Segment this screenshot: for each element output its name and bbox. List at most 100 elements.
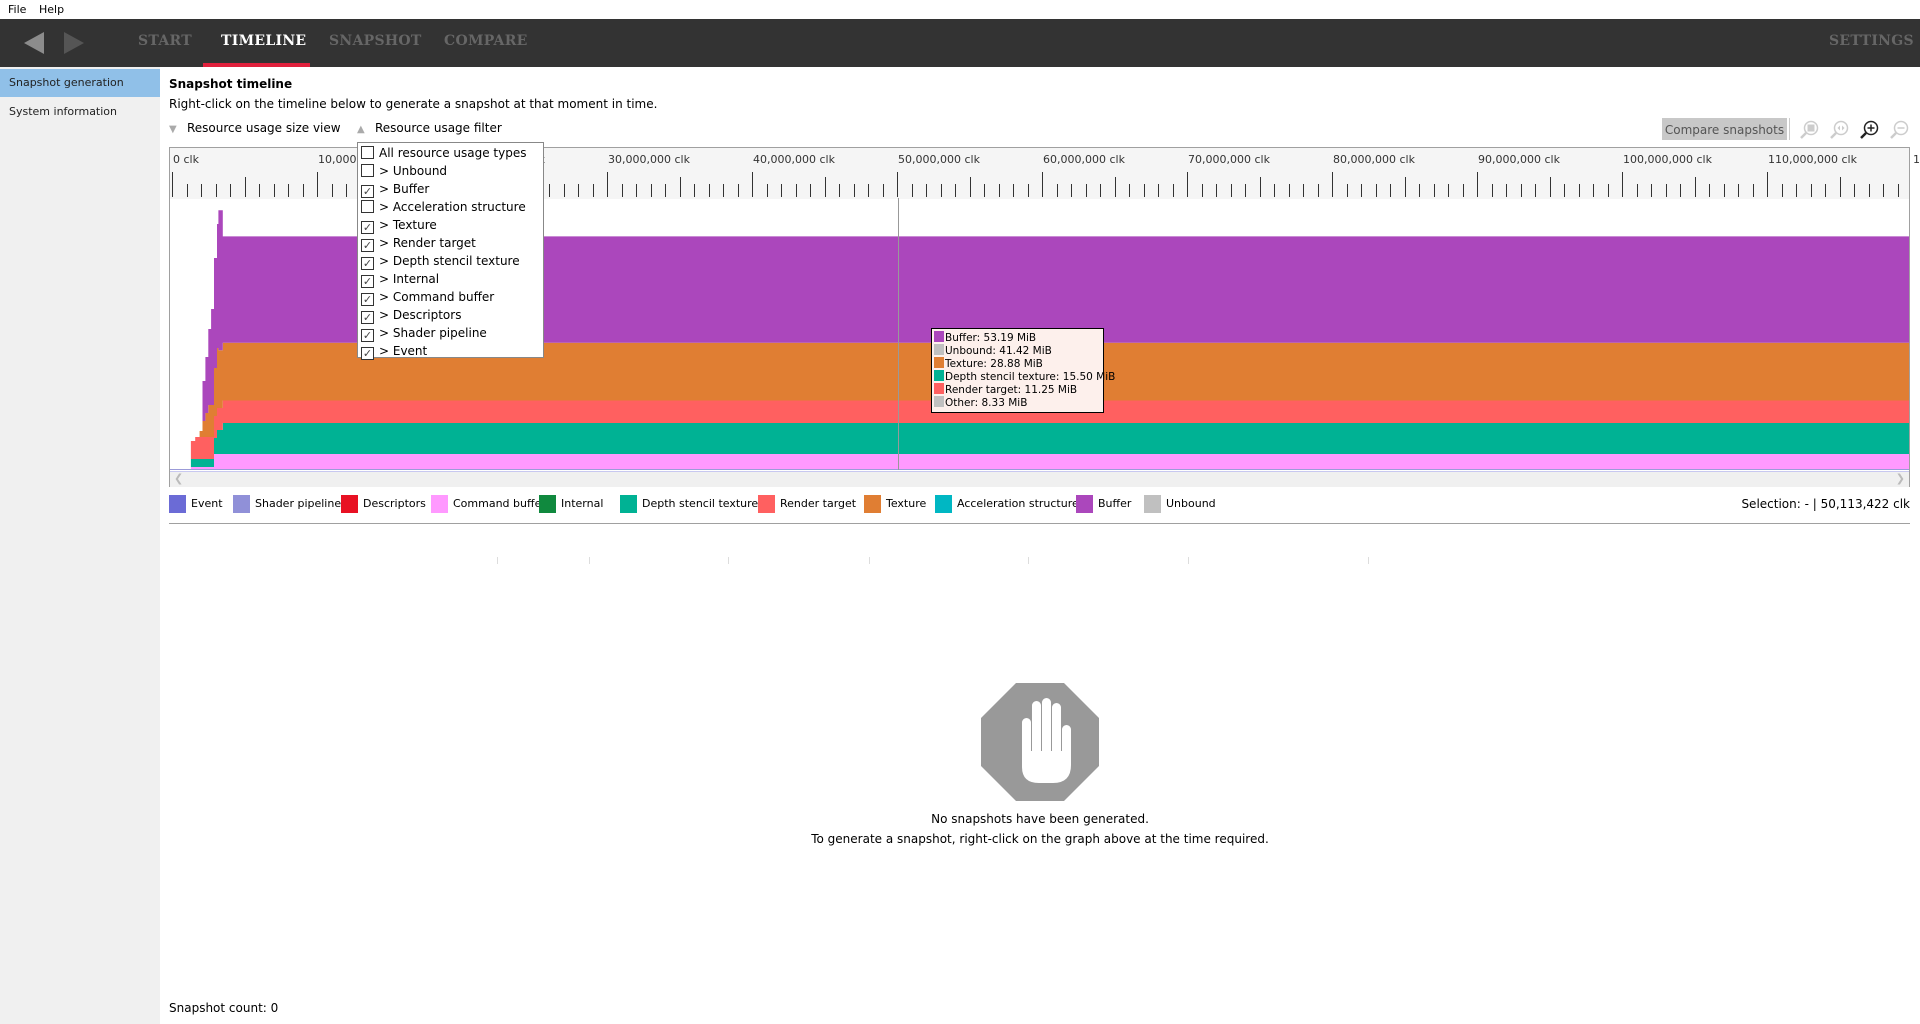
filter-option[interactable]: ✓ > Depth stencil texture — [361, 252, 520, 270]
time-cursor-line — [897, 198, 899, 470]
filter-option[interactable]: ✓ > Event — [361, 342, 427, 360]
zoom-in-icon[interactable] — [1858, 119, 1880, 141]
scroll-right-icon[interactable]: ❯ — [1896, 472, 1905, 485]
legend-label: Depth stencil texture — [642, 497, 759, 510]
tab-timeline[interactable]: TIMELINE — [221, 33, 306, 49]
legend-label: Unbound — [1166, 497, 1216, 510]
filter-option-label: > Buffer — [379, 182, 430, 196]
menu-bar: File Help — [0, 0, 1920, 19]
filter-toggle[interactable]: ▲ Resource usage filter — [357, 121, 502, 135]
filter-option[interactable]: ✓ > Texture — [361, 216, 437, 234]
column-divider — [589, 557, 590, 564]
x-tick-label: 90,000,000 clk — [1478, 153, 1560, 166]
checkbox-checked[interactable]: ✓ — [361, 347, 374, 360]
legend-swatch — [431, 495, 448, 513]
filter-option-label: > Event — [379, 344, 428, 358]
tab-snapshot[interactable]: SNAPSHOT — [329, 33, 422, 49]
tooltip-label: Unbound: 41.42 MiB — [945, 345, 1052, 357]
legend-swatch — [169, 495, 186, 513]
legend-item: Render target — [758, 495, 856, 513]
filter-option-label: > Shader pipeline — [379, 326, 487, 340]
tooltip-swatch — [934, 396, 944, 407]
menu-file[interactable]: File — [8, 3, 26, 16]
legend-label: Event — [191, 497, 223, 510]
divider — [169, 523, 1910, 524]
page-subtitle: Right-click on the timeline below to gen… — [169, 97, 658, 111]
legend-label: Internal — [561, 497, 604, 510]
sidebar-item-system-information[interactable]: System information — [0, 98, 160, 126]
filter-option[interactable]: ✓ > Command buffer — [361, 288, 494, 306]
x-tick-label: 50,000,000 clk — [898, 153, 980, 166]
checkbox-checked[interactable]: ✓ — [361, 311, 374, 324]
sidebar-item-snapshot-generation[interactable]: Snapshot generation — [0, 69, 160, 97]
tooltip-swatch — [934, 383, 944, 394]
x-tick-label: 40,000,000 clk — [753, 153, 835, 166]
tooltip-label: Depth stencil texture: 15.50 MiB — [945, 371, 1116, 383]
x-tick-label: 120,000,000 clk — [1913, 153, 1920, 166]
filter-option[interactable]: ✓ > Render target — [361, 234, 476, 252]
legend-label: Command buffer — [453, 497, 546, 510]
filter-option[interactable]: > Unbound — [361, 162, 447, 180]
checkbox-checked[interactable]: ✓ — [361, 185, 374, 198]
active-tab-indicator — [203, 63, 310, 67]
legend-swatch — [620, 495, 637, 513]
tooltip-label: Render target: 11.25 MiB — [945, 384, 1078, 396]
x-tick-label: 100,000,000 clk — [1623, 153, 1712, 166]
legend-label: Buffer — [1098, 497, 1132, 510]
column-divider — [1188, 557, 1189, 564]
filter-option[interactable]: All resource usage types — [361, 144, 527, 162]
back-arrow-icon[interactable] — [24, 32, 44, 54]
tooltip-row: Render target: 11.25 MiB — [934, 383, 1101, 396]
compare-snapshots-button[interactable]: Compare snapshots — [1662, 118, 1787, 140]
checkbox-unchecked[interactable] — [361, 200, 374, 213]
column-divider — [1368, 557, 1369, 564]
filter-option[interactable]: ✓ > Shader pipeline — [361, 324, 487, 342]
column-divider — [497, 557, 498, 564]
toolbar-separator — [1789, 118, 1790, 140]
zoom-out-icon[interactable] — [1888, 119, 1910, 141]
legend-label: Render target — [780, 497, 857, 510]
tab-start[interactable]: START — [138, 33, 192, 49]
zoom-to-selection-icon[interactable] — [1798, 119, 1820, 141]
checkbox-checked[interactable]: ✓ — [361, 275, 374, 288]
legend-label: Descriptors — [363, 497, 426, 510]
filter-option[interactable]: > Acceleration structure — [361, 198, 526, 216]
checkbox-checked[interactable]: ✓ — [361, 293, 374, 306]
filter-option-label: > Texture — [379, 218, 437, 232]
filter-label: Resource usage filter — [375, 121, 502, 135]
tooltip-row: Unbound: 41.42 MiB — [934, 344, 1101, 357]
filter-option[interactable]: ✓ > Descriptors — [361, 306, 461, 324]
legend-item: Internal — [539, 495, 603, 513]
tab-compare[interactable]: COMPARE — [444, 33, 528, 49]
tab-settings[interactable]: SETTINGS — [1829, 33, 1914, 49]
legend-item: Acceleration structure — [935, 495, 1079, 513]
checkbox-checked[interactable]: ✓ — [361, 257, 374, 270]
filter-option[interactable]: ✓ > Internal — [361, 270, 439, 288]
legend-item: Event — [169, 495, 223, 513]
page-title: Snapshot timeline — [169, 77, 293, 91]
scroll-left-icon[interactable]: ❮ — [174, 472, 183, 485]
forward-arrow-icon[interactable] — [64, 32, 84, 54]
menu-help[interactable]: Help — [39, 3, 64, 16]
chevron-up-icon: ▲ — [357, 124, 365, 135]
legend-item: Depth stencil texture — [620, 495, 758, 513]
checkbox-checked[interactable]: ✓ — [361, 329, 374, 342]
tooltip-row: Buffer: 53.19 MiB — [934, 331, 1101, 344]
zoom-reset-icon[interactable] — [1828, 119, 1850, 141]
legend-item: Buffer — [1076, 495, 1131, 513]
column-divider — [1028, 557, 1029, 564]
checkbox-checked[interactable]: ✓ — [361, 221, 374, 234]
checkbox-unchecked[interactable] — [361, 164, 374, 177]
checkbox-checked[interactable]: ✓ — [361, 239, 374, 252]
horizontal-scrollbar[interactable]: ❮ ❯ — [170, 471, 1909, 487]
stop-hand-icon — [981, 683, 1099, 801]
filter-option[interactable]: ✓ > Buffer — [361, 180, 429, 198]
tooltip-swatch — [934, 370, 944, 381]
nav-bar: START TIMELINE SNAPSHOT COMPARE SETTINGS — [0, 19, 1920, 67]
size-view-toggle[interactable]: ▼ Resource usage size view — [169, 121, 341, 135]
checkbox-unchecked[interactable] — [361, 146, 374, 159]
tooltip-label: Buffer: 53.19 MiB — [945, 332, 1037, 344]
filter-option-label: All resource usage types — [379, 146, 527, 160]
snapshot-count: Snapshot count: 0 — [169, 1001, 279, 1015]
legend-swatch — [1144, 495, 1161, 513]
